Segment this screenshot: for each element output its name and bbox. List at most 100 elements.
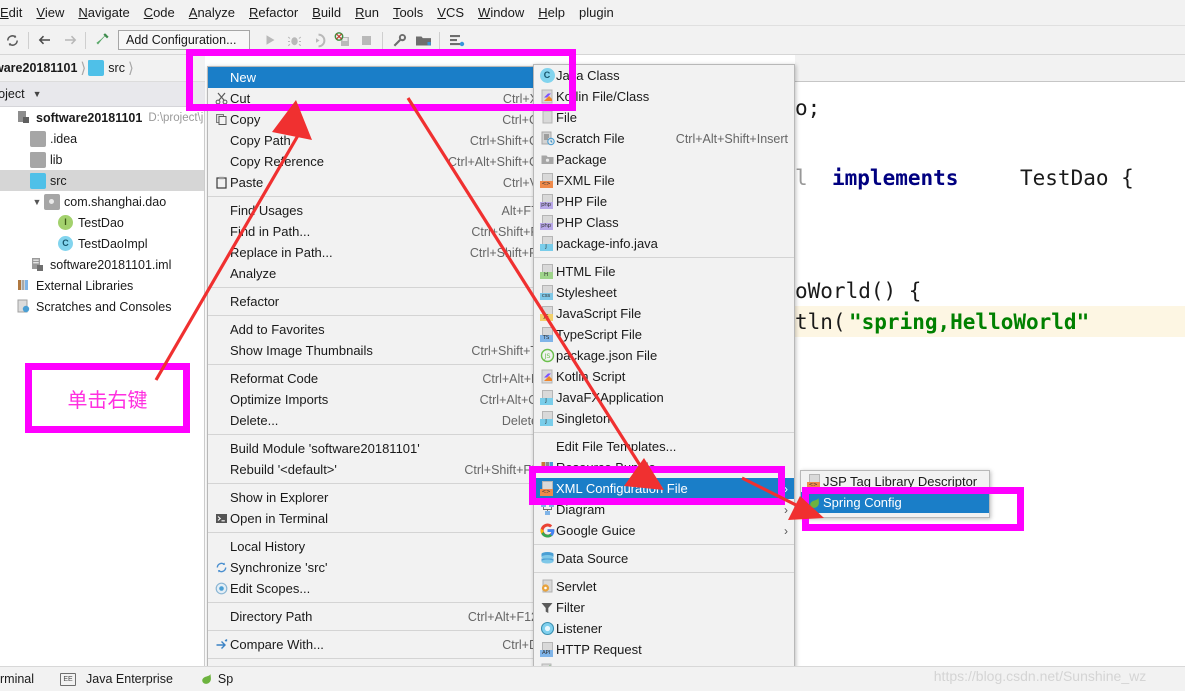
tree-node-label: software20181101.iml	[50, 257, 172, 272]
menu-item-find-in-path[interactable]: Find in Path... Ctrl+Shift+F	[208, 221, 544, 242]
menu-analyze[interactable]: Analyze	[182, 3, 242, 22]
menu-item-replace-in-path[interactable]: Replace in Path... Ctrl+Shift+R	[208, 242, 544, 263]
menu-item-show-in-explorer[interactable]: Show in Explorer	[208, 487, 544, 508]
menu-vcs[interactable]: VCS	[430, 3, 471, 22]
chevron-down-icon[interactable]: ▼	[30, 197, 44, 207]
tree-node[interactable]: .idea	[0, 128, 204, 149]
xml-configuration-submenu[interactable]: <> JSP Tag Library Descriptor Spring Confi…	[800, 470, 990, 518]
menu-item-open-in-terminal[interactable]: Open in Terminal	[208, 508, 544, 529]
menu-item-singleton[interactable]: J Singleton	[534, 408, 794, 429]
menu-item-reformat-code[interactable]: Reformat Code Ctrl+Alt+L	[208, 368, 544, 389]
status-bar-item[interactable]: rminal	[0, 672, 34, 686]
menu-item-directory-path[interactable]: Directory Path Ctrl+Alt+F12	[208, 606, 544, 627]
new-submenu[interactable]: C Java Class Kotlin File/Class File Scratch …	[533, 64, 795, 691]
menu-item-java-class[interactable]: C Java Class	[534, 65, 794, 86]
menu-item-analyze[interactable]: Analyze›	[208, 263, 544, 284]
menu-item-rebuild-default[interactable]: Rebuild '<default>' Ctrl+Shift+F9	[208, 459, 544, 480]
tree-node[interactable]: software20181101 D:\project\j	[0, 107, 204, 128]
tree-node[interactable]: src	[0, 170, 204, 191]
menu-item-kotlin-file-class[interactable]: Kotlin File/Class	[534, 86, 794, 107]
tree-node[interactable]: ▼ com.shanghai.dao	[0, 191, 204, 212]
hammer-icon[interactable]	[90, 29, 114, 51]
menu-item-http-request[interactable]: API HTTP Request	[534, 639, 794, 660]
menu-item-build-module-software20181101[interactable]: Build Module 'software20181101'	[208, 438, 544, 459]
menu-plugin[interactable]: plugin	[572, 3, 621, 22]
menu-item-diagram[interactable]: Diagram ›	[534, 499, 794, 520]
menu-item-resource-bundle[interactable]: Resource Bundle	[534, 457, 794, 478]
code-editor[interactable]: o; l implements TestDao { oWorld() { tln…	[795, 82, 1185, 666]
menu-item-paste[interactable]: Paste Ctrl+V	[208, 172, 544, 193]
menu-item-edit-scopes[interactable]: Edit Scopes...	[208, 578, 544, 599]
menu-item-scratch-file[interactable]: Scratch File Ctrl+Alt+Shift+Insert	[534, 128, 794, 149]
menu-item-php-class[interactable]: php PHP Class	[534, 212, 794, 233]
menu-item-compare-with[interactable]: Compare With... Ctrl+D	[208, 634, 544, 655]
menu-view[interactable]: View	[29, 3, 71, 22]
menu-item-copy-reference[interactable]: Copy Reference Ctrl+Alt+Shift+C	[208, 151, 544, 172]
forward-arrow-icon[interactable]	[57, 29, 81, 51]
menu-item-new[interactable]: New›	[208, 67, 544, 88]
menu-item-cut[interactable]: Cut Ctrl+X	[208, 88, 544, 109]
status-bar-item[interactable]: Sp	[199, 672, 233, 686]
menu-item-file[interactable]: File	[534, 107, 794, 128]
menu-item-php-file[interactable]: php PHP File	[534, 191, 794, 212]
menu-item-data-source[interactable]: Data Source	[534, 548, 794, 569]
menu-item-listener[interactable]: Listener	[534, 618, 794, 639]
tree-node[interactable]: External Libraries	[0, 275, 204, 296]
menu-item-find-usages[interactable]: Find Usages Alt+F7	[208, 200, 544, 221]
tree-node[interactable]: software20181101.iml	[0, 254, 204, 275]
chevron-down-icon[interactable]: ▼	[33, 89, 42, 99]
layout-icon[interactable]	[444, 29, 468, 51]
sync-icon[interactable]	[0, 29, 24, 51]
tree-node[interactable]: I TestDao	[0, 212, 204, 233]
menu-item-google-guice[interactable]: Google Guice ›	[534, 520, 794, 541]
menu-item-package-info-java[interactable]: Jpackage-info.java	[534, 233, 794, 254]
project-structure-icon[interactable]	[411, 29, 435, 51]
menu-item-fxml-file[interactable]: <> FXML File	[534, 170, 794, 191]
menu-item-jsp-tag-library-descriptor[interactable]: <> JSP Tag Library Descriptor	[801, 471, 989, 492]
menu-item-local-history[interactable]: Local History›	[208, 536, 544, 557]
status-bar-item[interactable]: EE Java Enterprise	[60, 672, 173, 686]
menu-navigate[interactable]: Navigate	[71, 3, 136, 22]
back-arrow-icon[interactable]	[33, 29, 57, 51]
menu-item-add-to-favorites[interactable]: Add to Favorites›	[208, 319, 544, 340]
add-configuration-button[interactable]: Add Configuration...	[118, 30, 250, 50]
menu-item-xml-configuration-file[interactable]: <> XML Configuration File ›	[534, 478, 794, 499]
menu-help[interactable]: Help	[531, 3, 572, 22]
menu-item-spring-config[interactable]: Spring Config	[801, 492, 989, 513]
menu-refactor[interactable]: Refactor	[242, 3, 305, 22]
wrench-icon[interactable]	[387, 29, 411, 51]
tree-node[interactable]: C TestDaoImpl	[0, 233, 204, 254]
breadcrumb-project[interactable]: ware20181101	[0, 61, 77, 75]
menu-item-delete[interactable]: Delete... Delete	[208, 410, 544, 431]
menu-edit[interactable]: Edit	[0, 3, 29, 22]
menu-item-synchronize-src[interactable]: Synchronize 'src'	[208, 557, 544, 578]
breadcrumb-folder[interactable]: src	[88, 60, 125, 76]
menu-item-show-image-thumbnails[interactable]: Show Image Thumbnails Ctrl+Shift+T	[208, 340, 544, 361]
php-class-icon: php	[538, 215, 556, 230]
menu-item-javascript-file[interactable]: JS JavaScript File	[534, 303, 794, 324]
menu-tools[interactable]: Tools	[386, 3, 430, 22]
tree-node[interactable]: lib	[0, 149, 204, 170]
menu-item-stylesheet[interactable]: css Stylesheet	[534, 282, 794, 303]
menu-item-servlet[interactable]: Servlet	[534, 576, 794, 597]
menu-item-package[interactable]: Package	[534, 149, 794, 170]
menu-item-package-json-file[interactable]: JS package.json File	[534, 345, 794, 366]
menu-item-javafxapplication[interactable]: J JavaFXApplication	[534, 387, 794, 408]
menu-item-copy-path[interactable]: Copy Path Ctrl+Shift+C	[208, 130, 544, 151]
menu-separator	[208, 630, 544, 631]
context-menu[interactable]: New›CutCtrl+XCopyCtrl+C Copy Path Ctrl+Shi…	[207, 66, 545, 691]
menu-item-refactor[interactable]: Refactor›	[208, 291, 544, 312]
toolbar-separator	[28, 31, 29, 49]
menu-run[interactable]: Run	[348, 3, 386, 22]
menu-code[interactable]: Code	[137, 3, 182, 22]
menu-item-kotlin-script[interactable]: Kotlin Script	[534, 366, 794, 387]
menu-item-edit-file-templates[interactable]: Edit File Templates...	[534, 436, 794, 457]
menu-build[interactable]: Build	[305, 3, 348, 22]
menu-item-filter[interactable]: Filter	[534, 597, 794, 618]
menu-item-typescript-file[interactable]: TS TypeScript File	[534, 324, 794, 345]
tree-node[interactable]: Scratches and Consoles	[0, 296, 204, 317]
menu-window[interactable]: Window	[471, 3, 531, 22]
menu-item-copy[interactable]: Copy Ctrl+C	[208, 109, 544, 130]
menu-item-optimize-imports[interactable]: Optimize Imports Ctrl+Alt+O	[208, 389, 544, 410]
menu-item-html-file[interactable]: H HTML File	[534, 261, 794, 282]
